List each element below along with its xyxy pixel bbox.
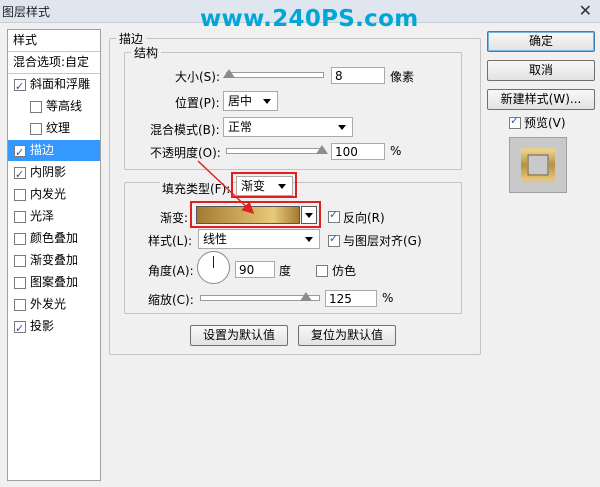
preview-checkbox[interactable]: [509, 114, 521, 129]
scale-input[interactable]: 125: [325, 290, 377, 307]
reverse-checkbox[interactable]: [328, 208, 340, 223]
scale-unit: %: [382, 291, 394, 305]
angle-label: 角度(A):: [148, 264, 194, 278]
align-with-layer-label: 与图层对齐(G): [343, 234, 422, 248]
gold-frame-icon: [521, 148, 555, 182]
ok-button[interactable]: 确定: [487, 31, 595, 52]
angle-dial[interactable]: [197, 251, 230, 284]
reset-default-button[interactable]: 复位为默认值: [298, 325, 396, 346]
preview-label: 预览(V): [524, 116, 566, 130]
dither-label: 仿色: [332, 264, 357, 278]
gradient-style-value: 线性: [203, 232, 228, 246]
make-default-button[interactable]: 设置为默认值: [190, 325, 288, 346]
angle-dial-needle: [213, 256, 214, 268]
style-label: 样式(L):: [148, 234, 193, 248]
cancel-button[interactable]: 取消: [487, 60, 595, 81]
dither-checkbox[interactable]: [316, 265, 328, 277]
angle-input[interactable]: 90: [235, 261, 275, 278]
reverse-label: 反向(R): [343, 211, 385, 225]
align-with-layer-checkbox[interactable]: [328, 232, 340, 247]
angle-unit: 度: [279, 264, 292, 278]
scale-label: 缩放(C):: [148, 293, 194, 307]
chevron-down-icon: [305, 237, 313, 242]
gradient-style-select[interactable]: 线性: [198, 229, 320, 249]
new-style-button[interactable]: 新建样式(W)...: [487, 89, 595, 110]
scale-slider-thumb[interactable]: [300, 292, 313, 301]
style-preview-thumbnail: [509, 137, 567, 193]
